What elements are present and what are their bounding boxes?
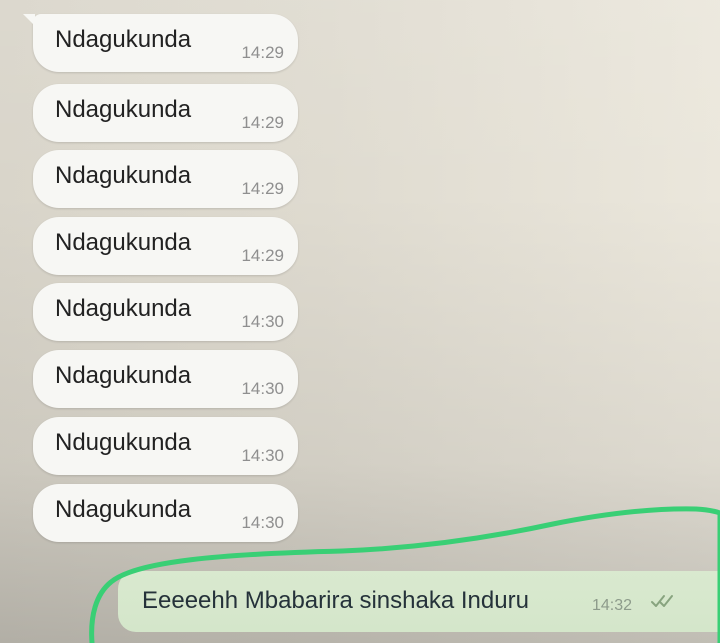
chat-screen: Ndagukunda 14:29 Ndagukunda 14:29 Ndaguk…	[0, 0, 720, 643]
message-text: Ndagukunda	[55, 162, 192, 189]
message-time: 14:30	[241, 312, 284, 331]
message-time: 14:30	[241, 379, 284, 398]
double-check-icon	[651, 595, 673, 607]
incoming-message: Ndagukunda 14:30	[33, 484, 298, 542]
message-tail	[23, 14, 35, 26]
message-time: 14:30	[241, 513, 284, 532]
message-text: Ndugukunda	[55, 429, 192, 456]
outgoing-message: Eeeeehh Mbabarira sinshaka Induru 14:32	[118, 571, 720, 632]
message-text: Ndagukunda	[55, 295, 192, 322]
message-text: Ndagukunda	[55, 229, 192, 256]
incoming-message: Ndagukunda 14:29	[33, 150, 298, 208]
message-text: Ndagukunda	[55, 362, 192, 389]
message-time: 14:30	[241, 446, 284, 465]
message-text: Ndagukunda	[55, 96, 192, 123]
incoming-message: Ndagukunda 14:29	[33, 217, 298, 275]
outgoing-message-text: Eeeeehh Mbabarira sinshaka Induru	[142, 587, 529, 614]
message-time: 14:29	[241, 246, 284, 265]
message-time: 14:29	[241, 43, 284, 62]
incoming-message: Ndagukunda 14:30	[33, 350, 298, 408]
incoming-message: Ndagukunda 14:30	[33, 283, 298, 341]
outgoing-message-time: 14:32	[592, 597, 633, 614]
incoming-message: Ndagukunda 14:29	[33, 84, 298, 142]
incoming-message: Ndagukunda 14:29	[23, 14, 298, 72]
message-time: 14:29	[241, 113, 284, 132]
message-time: 14:29	[241, 179, 284, 198]
message-text: Ndagukunda	[55, 26, 192, 53]
message-text: Ndagukunda	[55, 496, 192, 523]
incoming-message: Ndugukunda 14:30	[33, 417, 298, 475]
